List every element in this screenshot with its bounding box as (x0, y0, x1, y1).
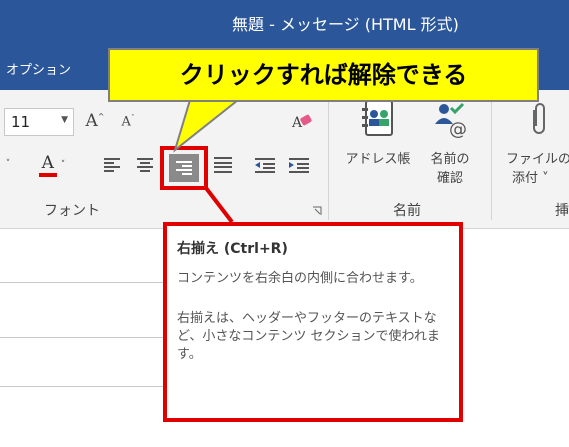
tooltip: 右揃え (Ctrl+R) コンテンツを右余白の内側に合わせます。 右揃えは、ヘッ… (163, 222, 463, 422)
highlight-box (160, 146, 208, 190)
paperclip-icon (533, 103, 545, 134)
font-group-label: フォント (44, 203, 100, 219)
form-divider (0, 337, 163, 338)
check-names-button[interactable]: @ 名前の 確認 (420, 100, 480, 196)
include-group-label: 挿 (555, 203, 569, 219)
justify-button[interactable] (210, 152, 236, 178)
decrease-indent-button[interactable] (252, 152, 278, 178)
tab-options[interactable]: オプション (6, 59, 71, 78)
form-divider (0, 282, 163, 283)
tooltip-description: コンテンツを右余白の内側に合わせます。 (177, 271, 423, 286)
svg-text:@: @ (449, 119, 467, 138)
align-left-button[interactable] (100, 152, 126, 178)
grow-font-button[interactable]: A^ (82, 108, 108, 134)
eraser-icon: A (291, 114, 312, 131)
font-size-select[interactable]: 11 ▼ (4, 108, 74, 136)
font-size-value: 11 (11, 113, 31, 131)
group-separator (328, 96, 329, 220)
align-left-icon (104, 158, 120, 172)
window-title: 無題 - メッセージ (HTML 形式) (232, 15, 459, 34)
chevron-down-icon[interactable]: ˅ (2, 154, 14, 174)
attach-file-button[interactable]: ファイルの 添付 ˅ (500, 100, 569, 196)
names-group-label: 名前 (393, 203, 421, 219)
dialog-launcher-icon (313, 206, 322, 215)
chevron-down-icon: ˅ (60, 160, 66, 170)
clear-formatting-button[interactable]: A (288, 108, 316, 134)
title-bar: 無題 - メッセージ (HTML 形式) (0, 0, 569, 48)
grow-font-icon: A^ (85, 111, 105, 131)
font-dialog-launcher[interactable] (310, 204, 324, 218)
shrink-font-button[interactable]: Aˇ (116, 110, 140, 134)
check-names-icon: @ (435, 102, 467, 138)
tooltip-detail: 右揃えは、ヘッダーやフッターのテキストなど、小さなコンテンツ セクションで使われ… (177, 311, 440, 362)
decrease-indent-icon (255, 158, 275, 173)
font-color-icon: A (38, 154, 57, 177)
font-color-button[interactable]: A ˅ (30, 150, 74, 180)
justify-icon (214, 157, 232, 173)
check-names-label-line2: 確認 (436, 171, 463, 186)
address-book-icon (362, 100, 393, 136)
attach-file-label-line1: ファイルの (506, 152, 569, 167)
group-separator (491, 96, 492, 220)
increase-indent-button[interactable] (286, 152, 312, 178)
chevron-down-icon: ▼ (61, 115, 68, 125)
form-divider (0, 386, 163, 387)
address-book-label: アドレス帳 (345, 152, 411, 167)
increase-indent-icon (289, 158, 309, 173)
shrink-font-icon: Aˇ (121, 114, 135, 130)
svg-text:A: A (291, 115, 303, 131)
align-center-icon (137, 158, 153, 172)
align-center-button[interactable] (132, 152, 158, 178)
callout-text: クリックすれば解除できる (179, 61, 468, 89)
annotation-callout: クリックすれば解除できる (108, 48, 539, 102)
attach-file-label-line2: 添付 ˅ (512, 171, 549, 186)
check-names-label-line1: 名前の (430, 152, 470, 167)
tooltip-title: 右揃え (Ctrl+R) (177, 241, 288, 257)
address-book-button[interactable]: アドレス帳 (340, 100, 416, 180)
